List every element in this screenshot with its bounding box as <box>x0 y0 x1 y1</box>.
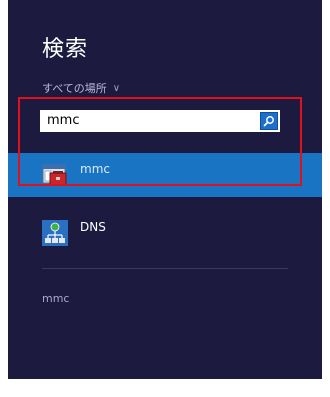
mmc-console-icon <box>42 164 67 186</box>
dns-server-icon <box>42 220 68 246</box>
search-button[interactable] <box>260 112 278 130</box>
result-label: mmc <box>80 162 110 176</box>
search-result-dns[interactable]: DNS <box>8 211 322 255</box>
chevron-down-icon: ∨ <box>112 82 121 94</box>
result-label: DNS <box>80 220 106 234</box>
search-box <box>40 110 280 132</box>
search-scope-dropdown[interactable]: すべての場所 ∨ <box>42 80 120 96</box>
search-result-mmc[interactable]: mmc <box>8 153 322 197</box>
search-charm-panel: 検索 すべての場所 ∨ mmc mmc DNS mmc <box>8 0 322 379</box>
search-icon <box>263 116 274 127</box>
search-suggestion[interactable]: mmc <box>42 292 69 305</box>
results-divider <box>42 268 288 269</box>
page-title: 検索 <box>42 37 89 62</box>
search-input[interactable] <box>41 111 255 131</box>
search-scope-label: すべての場所 <box>42 82 107 95</box>
